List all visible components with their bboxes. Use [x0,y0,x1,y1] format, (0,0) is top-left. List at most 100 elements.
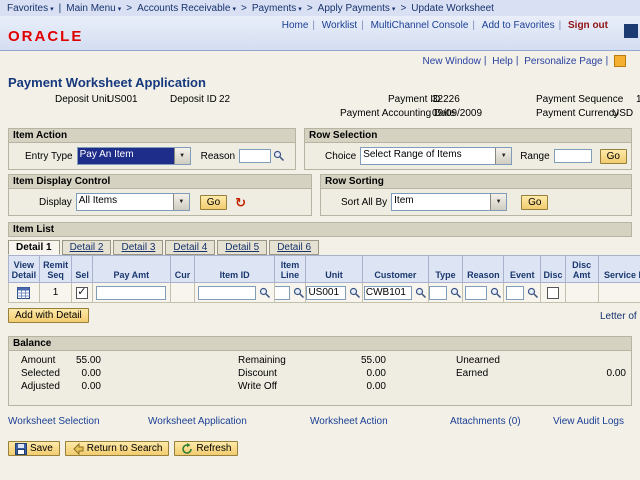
tab-detail-2[interactable]: Detail 2 [62,240,112,255]
attachments-link[interactable]: Attachments (0) [450,416,521,427]
letter-of-credit-text: Letter of Credit [600,311,640,322]
dropdown-arrow-icon[interactable]: ▼ [495,148,511,164]
sel-cell [72,283,92,303]
add-with-detail-button[interactable]: Add with Detail [8,308,89,323]
pagebar-separator: | [484,56,487,67]
dropdown-arrow-icon[interactable]: ▼ [173,194,189,210]
tab-detail-1[interactable]: Detail 1 [8,240,60,255]
view-audit-logs-link[interactable]: View Audit Logs [553,416,624,427]
tab-detail-5[interactable]: Detail 5 [217,240,267,255]
entry-type-select[interactable]: Pay An Item ▼ [77,147,191,165]
type-input[interactable] [429,286,447,300]
worklist-link[interactable]: Worklist [322,20,357,31]
return-arrow-icon [72,443,84,455]
customer-cell [363,283,429,303]
earned-value: 0.00 [576,368,626,379]
header-separator: | [361,20,364,31]
lookup-icon[interactable] [527,287,539,299]
groupbox-row-1: Item Action Entry Type Pay An Item ▼ Rea… [8,128,632,170]
new-window-link[interactable]: New Window [423,56,481,67]
lookup-icon[interactable] [415,287,427,299]
breadcrumb-item-accounts-receivable[interactable]: Accounts Receivable▾ [137,3,236,14]
item-id-input[interactable] [198,286,256,300]
header-separator: | [472,20,475,31]
screen: Favorites▾ | Main Menu▾ > Accounts Recei… [0,0,640,480]
help-link[interactable]: Help [492,56,513,67]
return-to-search-button[interactable]: Return to Search [65,441,170,456]
breadcrumb-item-payments[interactable]: Payments▾ [252,3,302,14]
choice-value: Select Range of Items [361,148,495,164]
copy-url-icon[interactable] [614,55,626,67]
row-sorting-go-button[interactable]: Go [521,195,548,210]
detail-tabs: Detail 1 Detail 2 Detail 3 Detail 4 Deta… [8,240,640,255]
event-input[interactable] [506,286,524,300]
breadcrumb-item-label: Payments [252,3,296,14]
add-to-favorites-link[interactable]: Add to Favorites [482,20,555,31]
col-sel: Sel [72,256,92,283]
reason-cell [463,283,504,303]
item-action-title: Item Action [9,129,295,143]
pay-amt-cell [92,283,170,303]
unit-cell [305,283,362,303]
sort-select[interactable]: Item ▼ [391,193,507,211]
display-select[interactable]: All Items ▼ [76,193,190,211]
disc-checkbox[interactable] [547,287,559,299]
view-detail-cell [9,283,40,303]
item-display-content: Display All Items ▼ Go ↻ [9,189,311,215]
lookup-icon[interactable] [490,287,502,299]
sign-out-link[interactable]: Sign out [568,20,608,31]
row-selection-go-button[interactable]: Go [600,149,627,164]
tab-detail-4[interactable]: Detail 4 [165,240,215,255]
dropdown-arrow-icon[interactable]: ▼ [490,194,506,210]
item-line-input[interactable] [275,286,291,300]
discount-value: 0.00 [336,368,386,379]
refresh-currency-icon[interactable]: ↻ [235,196,246,209]
col-cur: Cur [170,256,195,283]
choice-select[interactable]: Select Range of Items ▼ [360,147,512,165]
tab-detail-3[interactable]: Detail 3 [113,240,163,255]
home-link[interactable]: Home [282,20,309,31]
pagebar: New Window| Help| Personalize Page| [0,55,640,71]
personalize-page-link[interactable]: Personalize Page [524,56,602,67]
range-input[interactable] [554,149,592,163]
corner-decoration [624,24,638,38]
writeoff-value: 0.00 [336,381,386,392]
view-detail-icon[interactable] [17,287,30,299]
customer-input[interactable] [364,286,412,300]
breadcrumb-separator: > [241,3,247,14]
worksheet-action-link[interactable]: Worksheet Action [310,416,388,427]
col-item-line: Item Line [275,256,306,283]
header: ORACLE Home| Worklist| MultiChannel Cons… [0,16,640,51]
item-display-go-button[interactable]: Go [200,195,227,210]
lookup-icon[interactable] [293,287,305,299]
reason-grid-input[interactable] [465,286,487,300]
multichannel-console-link[interactable]: MultiChannel Console [371,20,469,31]
disc-cell [541,283,566,303]
save-button[interactable]: Save [8,441,60,456]
lookup-icon[interactable] [349,287,361,299]
pay-amt-input[interactable] [96,286,166,300]
breadcrumb-favorites[interactable]: Favorites▾ [7,3,54,14]
dropdown-arrow-icon[interactable]: ▼ [174,148,190,164]
worksheet-selection-link[interactable]: Worksheet Selection [8,416,100,427]
lookup-icon[interactable] [273,150,285,162]
breadcrumb-separator: | [59,3,62,14]
lookup-icon[interactable] [259,287,271,299]
tab-detail-6[interactable]: Detail 6 [269,240,319,255]
item-action-groupbox: Item Action Entry Type Pay An Item ▼ Rea… [8,128,296,170]
item-list-grid: View Detail Remit Seq Sel Pay Amt Cur It… [8,255,640,303]
reason-input[interactable] [239,149,271,163]
breadcrumb-item-apply-payments[interactable]: Apply Payments▾ [318,3,396,14]
lookup-icon[interactable] [450,287,462,299]
col-remit-seq: Remit Seq [39,256,72,283]
payment-sequence-value: 1 [636,94,640,105]
amount-value: 55.00 [51,355,101,366]
sel-checkbox[interactable] [76,287,88,299]
unit-input[interactable] [306,286,346,300]
action-toolbar: Save Return to Search Refresh [8,441,640,456]
col-pay-amt: Pay Amt [92,256,170,283]
refresh-button[interactable]: Refresh [174,441,238,456]
deposit-unit-label: Deposit Unit [55,94,109,105]
worksheet-application-link[interactable]: Worksheet Application [148,416,247,427]
breadcrumb-main-menu[interactable]: Main Menu▾ [66,3,121,14]
